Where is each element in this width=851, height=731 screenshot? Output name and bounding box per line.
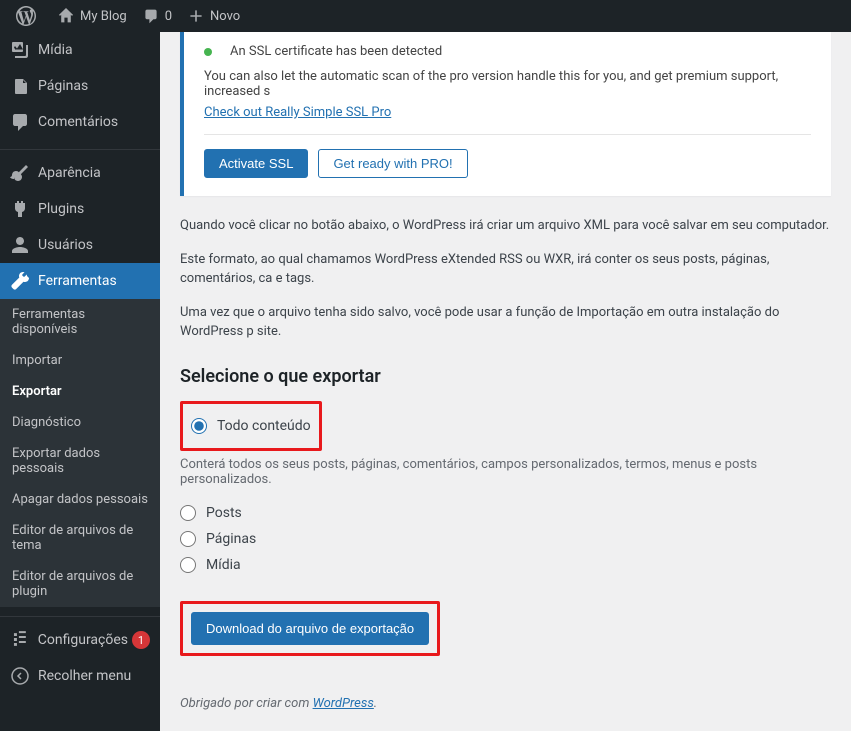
admin-bar: My Blog 0 Novo: [0, 0, 851, 32]
settings-icon: [10, 630, 30, 650]
radio-media-label[interactable]: Mídia: [206, 557, 241, 573]
comments-bubble[interactable]: 0: [135, 0, 180, 32]
submenu-diagnostic[interactable]: Diagnóstico: [0, 407, 160, 438]
sidebar-label: Configurações: [38, 632, 128, 648]
notice-button-row: Activate SSL Get ready with PRO!: [204, 149, 811, 178]
sidebar-label: Comentários: [38, 114, 118, 130]
tools-submenu: Ferramentas disponíveis Importar Exporta…: [0, 299, 160, 607]
radio-pages-label[interactable]: Páginas: [206, 531, 256, 547]
submenu-plugin-editor[interactable]: Editor de arquivos de plugin: [0, 561, 160, 607]
sidebar-label: Aparência: [38, 165, 101, 181]
radio-row-posts: Posts: [180, 505, 831, 521]
ssl-status-text: An SSL certificate has been detected: [230, 44, 442, 59]
wrench-icon: [10, 271, 30, 291]
page-icon: [10, 76, 30, 96]
radio-posts[interactable]: [180, 505, 196, 521]
sidebar-item-settings[interactable]: Configurações 1: [0, 622, 160, 658]
pro-link[interactable]: Check out Really Simple SSL Pro: [204, 105, 391, 120]
sidebar-item-collapse[interactable]: Recolher menu: [0, 658, 160, 694]
sidebar-item-comments[interactable]: Comentários: [0, 104, 160, 140]
export-p3: Uma vez que o arquivo tenha sido salvo, …: [180, 303, 831, 342]
collapse-icon: [10, 666, 30, 686]
radio-row-all: Todo conteúdo: [191, 418, 311, 434]
sidebar-label: Plugins: [38, 201, 84, 217]
radio-pages[interactable]: [180, 531, 196, 547]
footer-credit: Obrigado por criar com WordPress.: [180, 696, 831, 711]
highlight-all-content: Todo conteúdo: [180, 401, 322, 451]
activate-ssl-button[interactable]: Activate SSL: [204, 149, 308, 178]
sidebar-item-plugins[interactable]: Plugins: [0, 191, 160, 227]
comments-icon: [10, 112, 30, 132]
sidebar-item-tools[interactable]: Ferramentas: [0, 263, 160, 299]
export-p1: Quando você clicar no botão abaixo, o Wo…: [180, 216, 831, 236]
sidebar-item-appearance[interactable]: Aparência: [0, 155, 160, 191]
sidebar-label: Recolher menu: [38, 668, 131, 684]
radio-all-content[interactable]: [191, 418, 207, 434]
settings-badge: 1: [132, 631, 150, 649]
comment-icon: [143, 8, 159, 24]
radio-row-pages: Páginas: [180, 531, 831, 547]
submenu-erase-personal[interactable]: Apagar dados pessoais: [0, 484, 160, 515]
submenu-export-personal[interactable]: Exportar dados pessoais: [0, 438, 160, 484]
plugin-icon: [10, 199, 30, 219]
new-label: Novo: [210, 9, 240, 24]
radio-all-label[interactable]: Todo conteúdo: [217, 418, 311, 434]
radio-row-media: Mídia: [180, 557, 831, 573]
main-content: An SSL certificate has been detected You…: [160, 32, 851, 731]
wp-logo[interactable]: [8, 0, 50, 32]
ssl-status-line: An SSL certificate has been detected: [204, 44, 811, 59]
get-pro-button[interactable]: Get ready with PRO!: [318, 149, 467, 178]
submenu-available-tools[interactable]: Ferramentas disponíveis: [0, 299, 160, 345]
media-icon: [10, 40, 30, 60]
status-dot-icon: [204, 48, 212, 56]
site-title: My Blog: [80, 9, 127, 24]
menu-separator: [0, 145, 160, 150]
sidebar-item-media[interactable]: Mídia: [0, 32, 160, 68]
new-content[interactable]: Novo: [180, 0, 248, 32]
ssl-notice: An SSL certificate has been detected You…: [180, 32, 831, 196]
highlight-download: Download do arquivo de exportação: [180, 601, 440, 656]
users-icon: [10, 235, 30, 255]
notice-divider: [204, 134, 811, 135]
sidebar-label: Mídia: [38, 42, 73, 58]
comment-count: 0: [165, 9, 172, 24]
download-export-button[interactable]: Download do arquivo de exportação: [191, 612, 429, 645]
export-heading: Selecione o que exportar: [180, 366, 831, 387]
home-icon: [58, 8, 74, 24]
sidebar-item-pages[interactable]: Páginas: [0, 68, 160, 104]
all-content-help: Conterá todos os seus posts, páginas, co…: [180, 457, 831, 487]
submenu-import[interactable]: Importar: [0, 345, 160, 376]
pro-description: You can also let the automatic scan of t…: [204, 69, 811, 99]
menu-separator: [0, 612, 160, 617]
sidebar-label: Ferramentas: [38, 273, 117, 289]
brush-icon: [10, 163, 30, 183]
wordpress-link[interactable]: WordPress: [313, 696, 374, 711]
export-p2: Este formato, ao qual chamamos WordPress…: [180, 250, 831, 289]
sidebar-label: Páginas: [38, 78, 88, 94]
radio-posts-label[interactable]: Posts: [206, 505, 242, 521]
submenu-export[interactable]: Exportar: [0, 376, 160, 407]
wordpress-icon: [16, 6, 36, 26]
radio-media[interactable]: [180, 557, 196, 573]
site-home[interactable]: My Blog: [50, 0, 135, 32]
admin-sidebar: Mídia Páginas Comentários Aparência Plug…: [0, 32, 160, 731]
plus-icon: [188, 8, 204, 24]
submenu-theme-editor[interactable]: Editor de arquivos de tema: [0, 515, 160, 561]
sidebar-item-users[interactable]: Usuários: [0, 227, 160, 263]
sidebar-label: Usuários: [38, 237, 93, 253]
